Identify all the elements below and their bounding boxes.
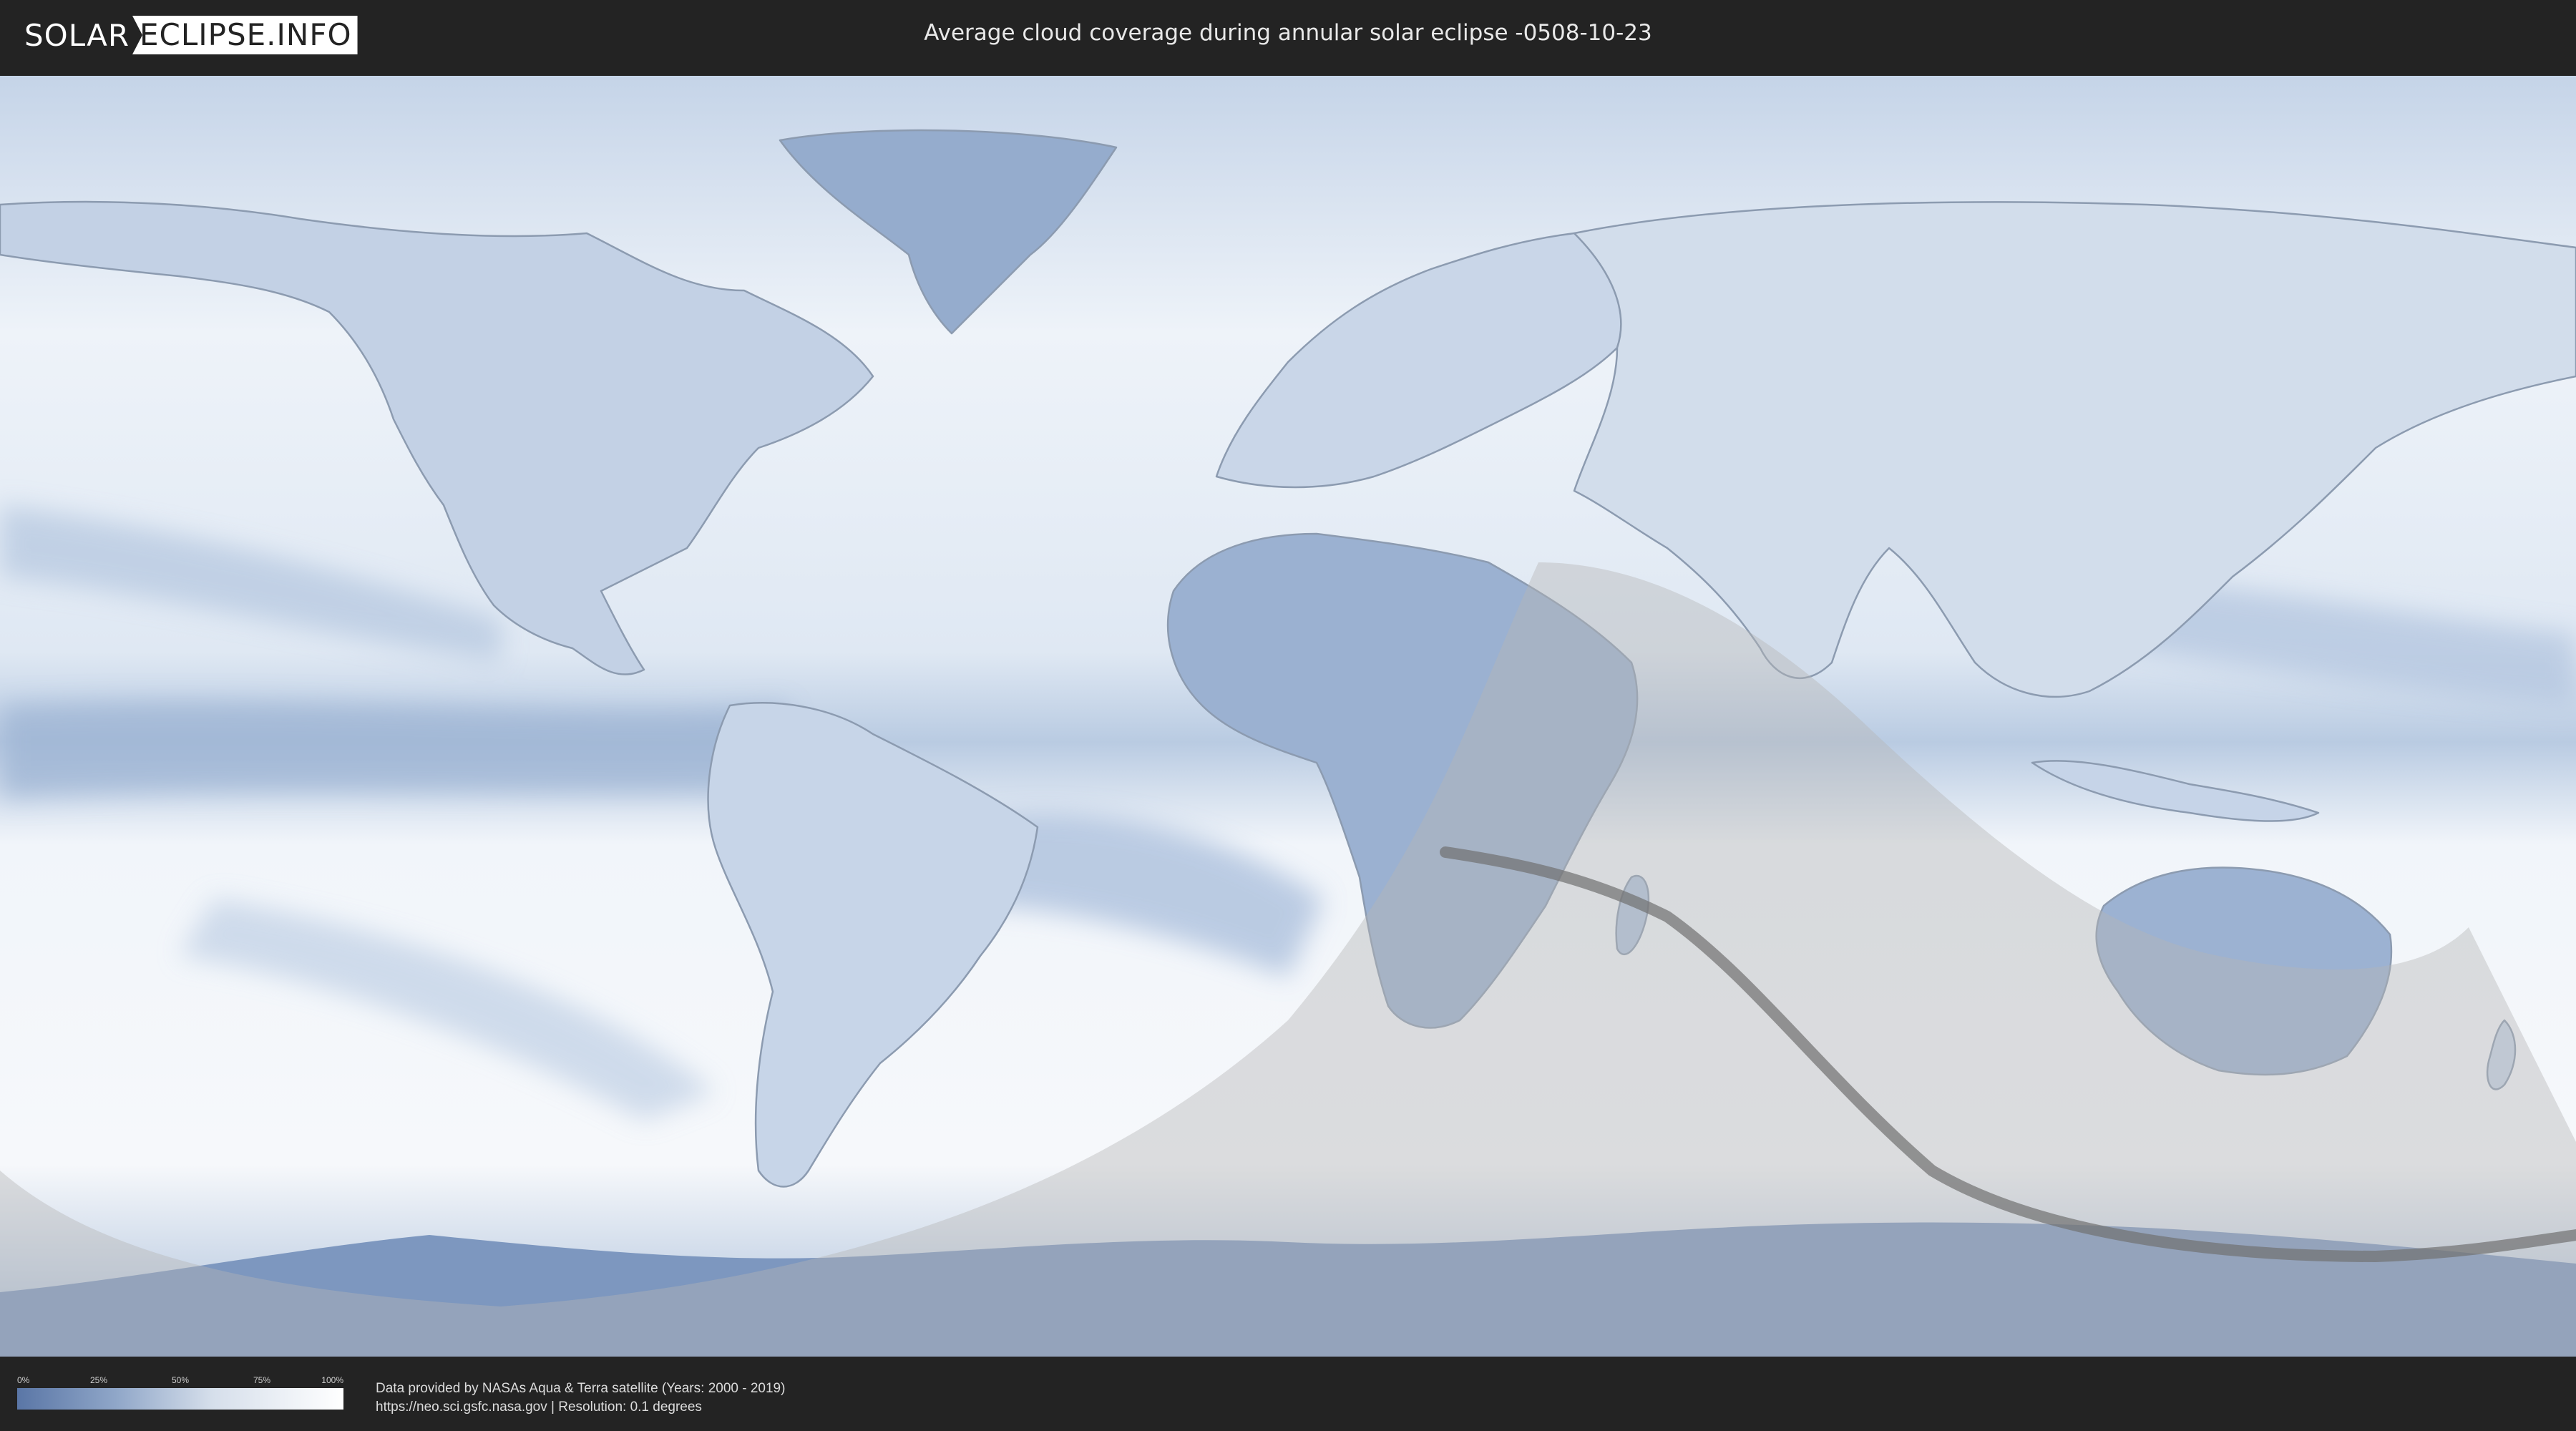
page-title: Average cloud coverage during annular so… xyxy=(924,20,1652,46)
legend-tick-50: 50% xyxy=(171,1375,190,1385)
footer-bar: 0% 25% 50% 75% 100% Data provided by NAS… xyxy=(0,1357,2576,1431)
data-credits: Data provided by NASAs Aqua & Terra sate… xyxy=(376,1379,785,1417)
credit-line-source: Data provided by NASAs Aqua & Terra sate… xyxy=(376,1381,786,1396)
legend-tick-25: 25% xyxy=(89,1375,108,1385)
legend-tick-0: 0% xyxy=(17,1375,30,1385)
cloud-coverage-map xyxy=(0,76,2576,1357)
credit-line-url: https://neo.sci.gsfc.nasa.gov | Resoluti… xyxy=(376,1400,702,1415)
legend-tick-100: 100% xyxy=(321,1375,343,1385)
world-map-svg xyxy=(0,76,2576,1357)
header-bar: SOLAR ECLIPSE.INFO Average cloud coverag… xyxy=(0,0,2576,72)
legend-ticks: 0% 25% 50% 75% 100% xyxy=(17,1375,343,1385)
legend-tick-75: 75% xyxy=(253,1375,271,1385)
legend-gradient-bar xyxy=(17,1388,343,1410)
